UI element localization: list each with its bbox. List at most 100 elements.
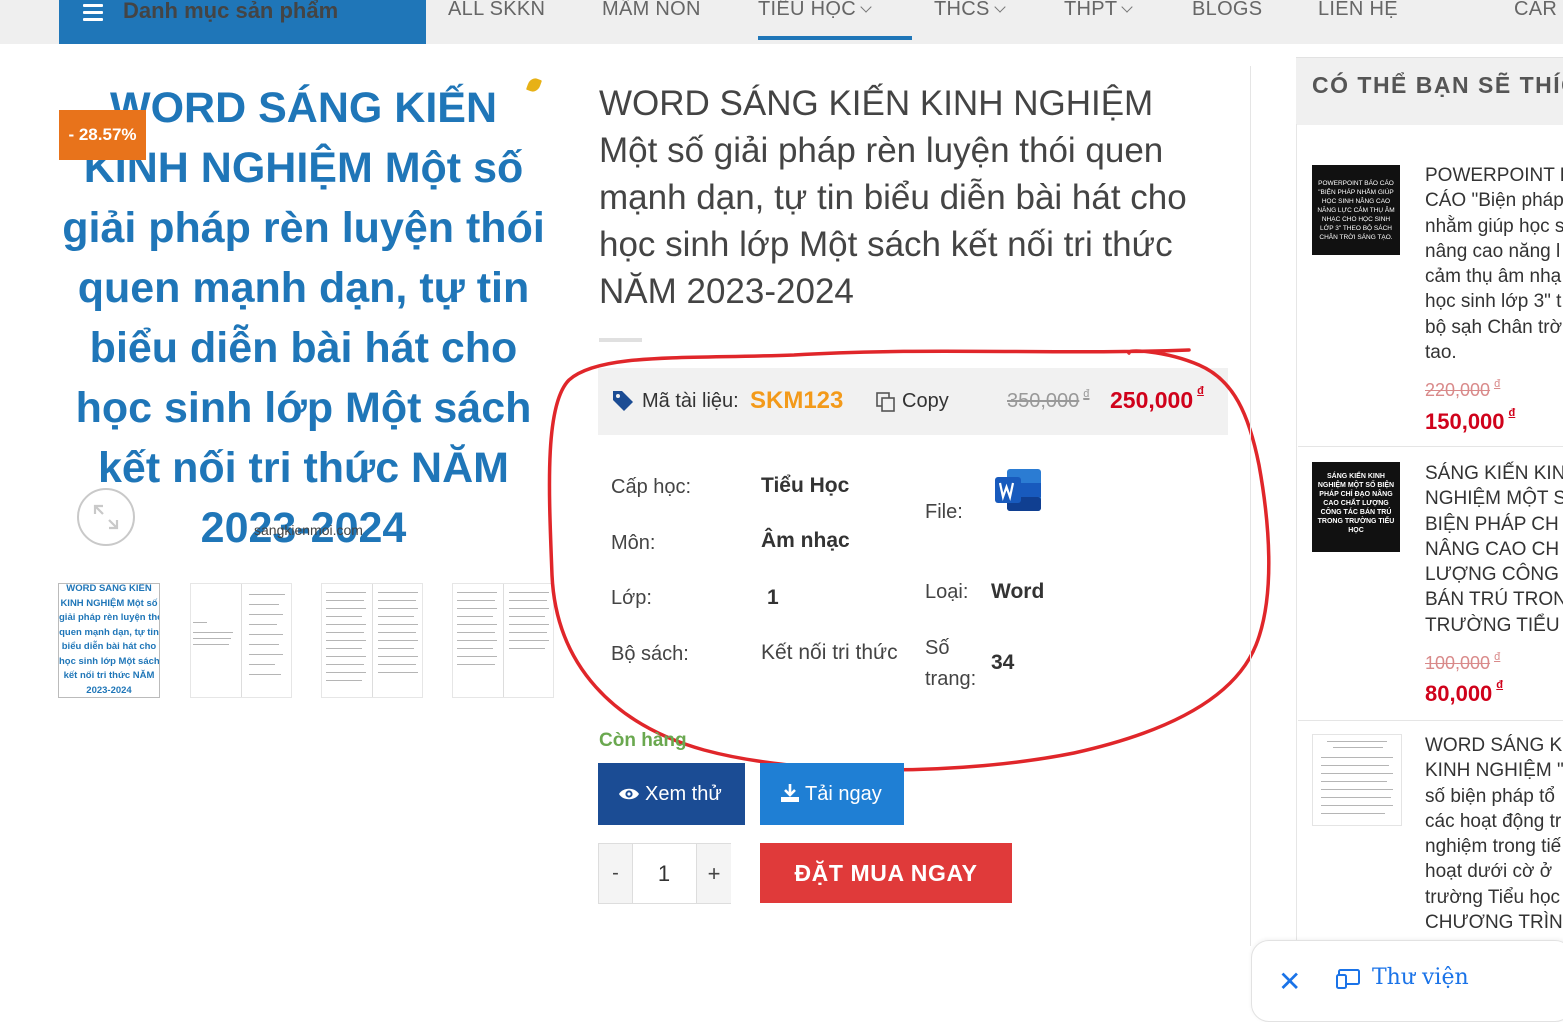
related-title-line: số biện pháp tổ	[1425, 785, 1555, 807]
currency-symbol: đ	[1494, 651, 1501, 663]
related-old-price: 220,000 đ	[1425, 378, 1500, 401]
product-thumbnail[interactable]	[452, 583, 554, 698]
related-title-line: LƯỢNG CÔNG	[1425, 564, 1559, 586]
image-text-line: giải pháp rèn luyện thói	[62, 204, 545, 252]
product-thumbnail[interactable]	[190, 583, 292, 698]
hamburger-icon	[83, 4, 103, 25]
product-thumbnail[interactable]	[321, 583, 423, 698]
nav-item-thcs[interactable]: THCS	[934, 0, 1006, 21]
related-item-title[interactable]: POWERPOINT B CÁO "Biện pháp nhằm giúp họ…	[1425, 163, 1563, 365]
thumbnail-text-line: WORD SÁNG KIẾN	[66, 583, 152, 594]
currency-symbol: đ	[1083, 388, 1090, 400]
discount-badge: - 28.57%	[59, 110, 146, 160]
bo-sach-label: Bộ sách:	[611, 643, 689, 665]
image-text-line: biểu diễn bài hát cho	[89, 324, 518, 372]
new-price: 250,000 đ	[1110, 385, 1204, 414]
nav-item-label: THCS	[934, 0, 990, 20]
preview-button[interactable]: Xem thử	[598, 763, 745, 825]
related-title-line: tao.	[1425, 342, 1457, 364]
category-menu-button[interactable]: Danh mục sản phẩm	[59, 0, 426, 44]
nav-item-all-skkn[interactable]: ALL SKKN	[448, 0, 545, 21]
nav-item-lien-he[interactable]: LIÊN HỆ	[1318, 0, 1398, 21]
related-title-line: BÁN TRÚ TRON	[1425, 589, 1563, 611]
product-thumbnail[interactable]: WORD SÁNG KIẾN KINH NGHIỆM Một số giải p…	[58, 583, 160, 698]
nav-item-cart[interactable]: CAR	[1514, 0, 1557, 21]
title-line: học sinh lớp Một sách kết nối tri thức	[599, 225, 1173, 264]
sidebar-border	[1296, 124, 1297, 944]
title-line: Một số giải pháp rèn luyện thói quen	[599, 131, 1164, 170]
related-title-line: bộ sạh Chân trờ	[1425, 316, 1563, 338]
nav-item-mam-non[interactable]: MẦM NON	[602, 0, 701, 21]
related-title-line: nhằm giúp học s	[1425, 215, 1563, 237]
preview-button-label: Xem thử	[645, 783, 722, 805]
loai-value: Word	[991, 580, 1045, 603]
related-item-thumbnail[interactable]	[1312, 734, 1402, 826]
nav-item-thpt[interactable]: THPT	[1064, 0, 1134, 21]
related-item-title[interactable]: SÁNG KIẾN KIN NGHIỆM MỘT S BIỆN PHÁP CH …	[1425, 461, 1563, 638]
chevron-down-icon	[993, 1, 1006, 13]
thumbnail-text-line: học sinh lớp Một sách	[59, 655, 160, 667]
related-title-line: nâng cao năng l	[1425, 240, 1561, 262]
product-title: WORD SÁNG KIẾN KINH NGHIỆM Một số giải p…	[599, 80, 1229, 315]
file-label: File:	[925, 501, 963, 523]
title-line: mạnh dạn, tự tin biểu diễn bài hát cho	[599, 178, 1187, 217]
related-title-line: CÁO "Biện pháp	[1425, 190, 1563, 212]
image-text-line: quen mạnh dạn, tự tin	[77, 264, 530, 312]
so-trang-label: Số	[925, 637, 950, 659]
related-heading-text: CÓ THỂ BẠN SẼ THÍCH	[1312, 72, 1563, 98]
title-divider	[599, 338, 642, 342]
related-products-heading: CÓ THỂ BẠN SẼ THÍCH	[1296, 57, 1563, 125]
quantity-increase-button[interactable]: +	[696, 844, 731, 903]
quantity-decrease-button[interactable]: -	[599, 844, 633, 903]
product-info-bar: Mã tài liệu: SKM123 Copy 350,000 đ 250,00…	[598, 368, 1228, 435]
thumbnail-text-line: KINH NGHIỆM Một số	[60, 597, 158, 609]
stock-status: Còn hàng	[599, 730, 687, 751]
old-price: 350,000 đ	[1007, 388, 1090, 413]
thumbnail-text-line: giải pháp rèn luyện thói	[59, 612, 160, 623]
currency-symbol: đ	[1508, 407, 1516, 419]
old-price-value: 350,000	[1007, 390, 1080, 412]
zoom-button[interactable]	[77, 488, 135, 546]
new-price-value: 80,000	[1425, 681, 1493, 706]
currency-symbol: đ	[1496, 679, 1504, 691]
tag-icon	[613, 391, 633, 411]
nav-item-label: THPT	[1064, 0, 1118, 20]
title-line: WORD SÁNG KIẾN KINH NGHIỆM	[599, 84, 1154, 123]
related-item-thumbnail[interactable]: SÁNG KIẾN KINH NGHIỆM MỘT SỐ BIỆN PHÁP C…	[1312, 462, 1400, 552]
close-icon[interactable]: ✕	[1278, 965, 1301, 998]
nav-item-blogs[interactable]: BLOGS	[1192, 0, 1262, 21]
related-title-line: NGHIỆM MỘT S	[1425, 488, 1563, 510]
item-separator	[1298, 720, 1563, 721]
word-file-icon	[995, 469, 1041, 511]
related-title-line: SÁNG KIẾN KIN	[1425, 463, 1563, 484]
library-label[interactable]: Thư viện	[1372, 965, 1469, 990]
nav-item-label: TIỂU HỌC	[758, 0, 856, 20]
related-title-line: POWERPOINT B	[1425, 165, 1563, 186]
nav-item-tieu-hoc[interactable]: TIỂU HỌC	[758, 0, 872, 21]
thumbnail-text-line: kết nối tri thức NĂM	[63, 670, 155, 681]
related-item-thumbnail[interactable]: POWERPOINT BÁO CÁO "BIỆN PHÁP NHẰM GIÚP …	[1312, 165, 1400, 255]
related-title-line: CHƯƠNG TRÌN	[1425, 912, 1563, 934]
related-title-line: hoạt dưới cờ ở	[1425, 861, 1553, 883]
code-value: SKM123	[750, 387, 844, 414]
old-price-value: 100,000	[1425, 653, 1491, 673]
mon-label: Môn:	[611, 532, 656, 554]
related-title-line: trường Tiểu học	[1425, 886, 1561, 908]
related-new-price: 150,000 đ	[1425, 407, 1516, 435]
related-title-line: học sinh lớp 3" t	[1425, 291, 1562, 313]
download-button[interactable]: Tải ngay	[760, 763, 904, 825]
copy-icon[interactable]	[876, 392, 896, 412]
related-item-title[interactable]: WORD SÁNG K KINH NGHIỆM " số biện pháp t…	[1425, 733, 1563, 935]
image-text-line: học sinh lớp Một sách	[75, 384, 532, 432]
buy-now-button[interactable]: ĐẶT MUA NGAY	[760, 843, 1012, 903]
so-trang-value: 34	[991, 651, 1015, 674]
copy-button[interactable]: Copy	[902, 390, 949, 413]
active-nav-indicator	[758, 36, 912, 40]
library-toolbar: ✕ Thư viện	[1251, 940, 1563, 1022]
related-title-line: WORD SÁNG K	[1425, 735, 1563, 756]
eye-icon	[619, 788, 639, 800]
category-menu-label: Danh mục sản phẩm	[123, 0, 339, 23]
so-trang-label-2: trang:	[925, 668, 977, 690]
cap-hoc-label: Cấp học:	[611, 476, 692, 498]
quantity-input[interactable]: 1	[633, 844, 695, 903]
